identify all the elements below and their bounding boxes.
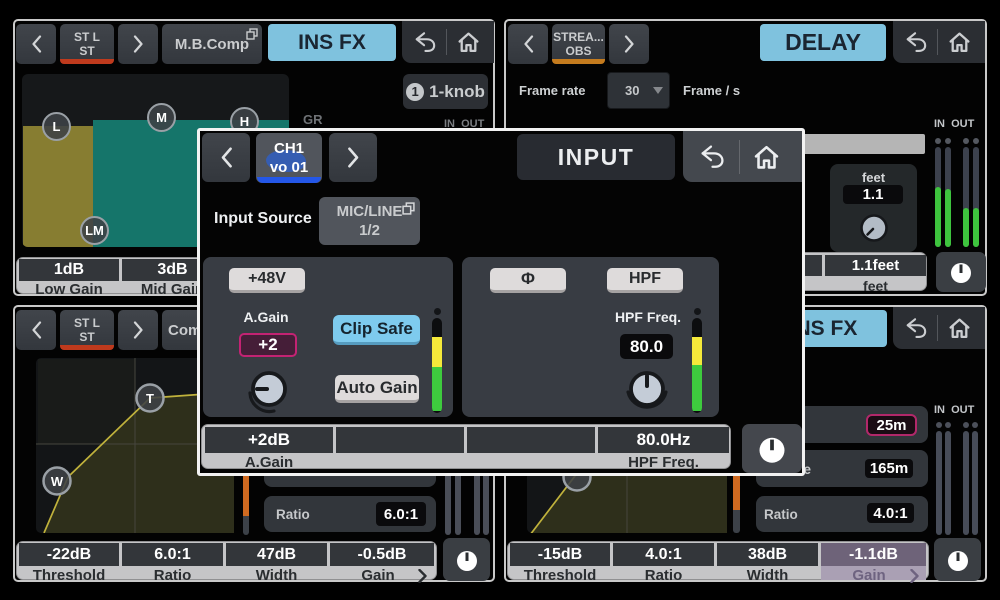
svg-text:T: T	[146, 391, 154, 406]
svg-text:W: W	[51, 474, 64, 489]
